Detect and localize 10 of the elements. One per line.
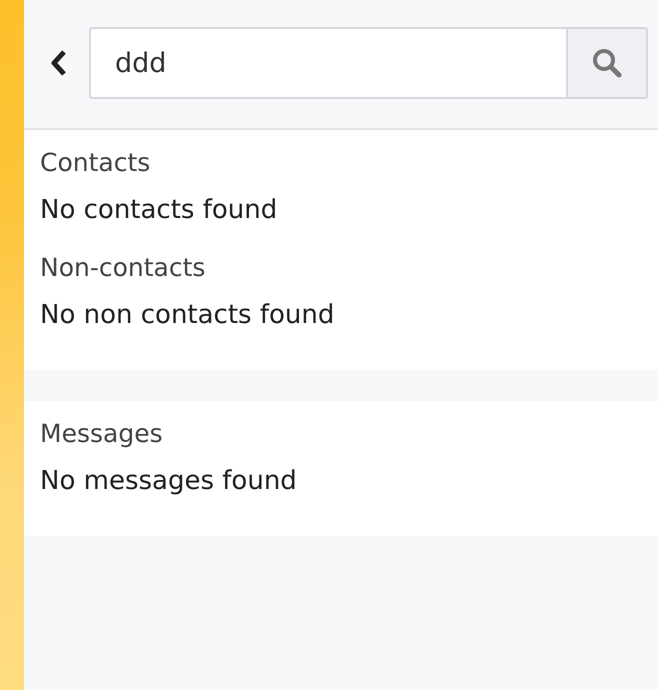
section-title: Messages: [40, 419, 164, 448]
empty-message: No non contacts found: [40, 300, 336, 330]
empty-message: No messages found: [40, 466, 298, 496]
empty-message: No contacts found: [40, 195, 278, 225]
section-title: Contacts: [40, 148, 152, 177]
search-field[interactable]: ddd: [89, 27, 566, 99]
back-icon: [49, 49, 69, 77]
search-icon: [591, 47, 623, 79]
search-button[interactable]: [566, 27, 648, 99]
section-title: Non-contacts: [40, 253, 206, 282]
